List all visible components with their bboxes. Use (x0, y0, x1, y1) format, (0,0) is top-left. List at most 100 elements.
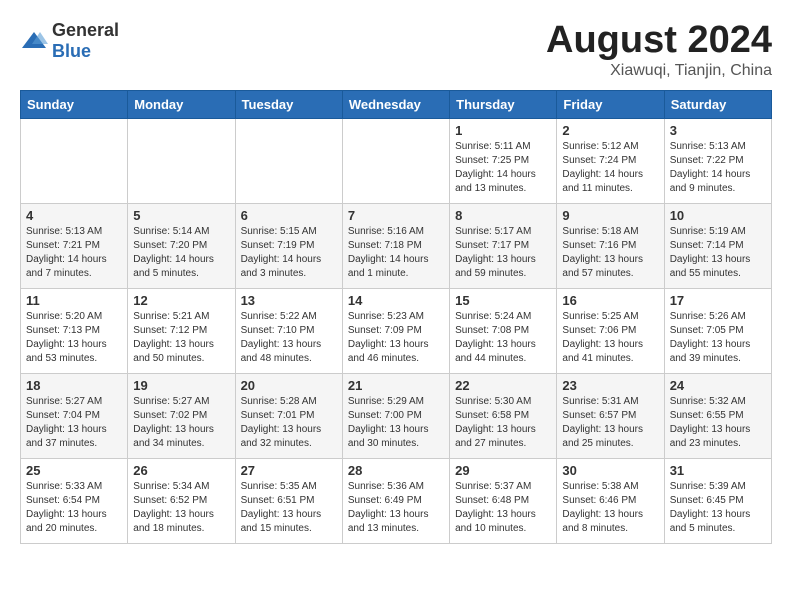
day-number: 30 (562, 463, 658, 478)
day-cell: 23 Sunrise: 5:31 AM Sunset: 6:57 PM Dayli… (557, 373, 664, 458)
day-info: Sunrise: 5:27 AM Sunset: 7:04 PM Dayligh… (26, 395, 122, 451)
logo-icon (20, 30, 48, 52)
day-info: Sunrise: 5:22 AM Sunset: 7:10 PM Dayligh… (241, 310, 337, 366)
day-cell: 25 Sunrise: 5:33 AM Sunset: 6:54 PM Dayli… (21, 458, 128, 543)
day-info: Sunrise: 5:13 AM Sunset: 7:22 PM Dayligh… (670, 140, 766, 196)
day-cell: 20 Sunrise: 5:28 AM Sunset: 7:01 PM Dayli… (235, 373, 342, 458)
day-info: Sunrise: 5:21 AM Sunset: 7:12 PM Dayligh… (133, 310, 229, 366)
logo-general: General (52, 20, 119, 40)
day-info: Sunrise: 5:37 AM Sunset: 6:48 PM Dayligh… (455, 480, 551, 536)
day-info: Sunrise: 5:13 AM Sunset: 7:21 PM Dayligh… (26, 225, 122, 281)
day-number: 25 (26, 463, 122, 478)
day-number: 28 (348, 463, 444, 478)
day-info: Sunrise: 5:31 AM Sunset: 6:57 PM Dayligh… (562, 395, 658, 451)
day-number: 29 (455, 463, 551, 478)
weekday-header-friday: Friday (557, 90, 664, 118)
day-info: Sunrise: 5:23 AM Sunset: 7:09 PM Dayligh… (348, 310, 444, 366)
day-info: Sunrise: 5:24 AM Sunset: 7:08 PM Dayligh… (455, 310, 551, 366)
day-cell: 10 Sunrise: 5:19 AM Sunset: 7:14 PM Dayli… (664, 203, 771, 288)
day-cell: 31Sunrise: 5:39 AM Sunset: 6:45 PM Dayli… (664, 458, 771, 543)
day-number: 10 (670, 208, 766, 223)
weekday-header-saturday: Saturday (664, 90, 771, 118)
weekday-header-sunday: Sunday (21, 90, 128, 118)
weekday-header-tuesday: Tuesday (235, 90, 342, 118)
day-cell: 2Sunrise: 5:12 AM Sunset: 7:24 PM Daylig… (557, 118, 664, 203)
day-number: 13 (241, 293, 337, 308)
day-info: Sunrise: 5:17 AM Sunset: 7:17 PM Dayligh… (455, 225, 551, 281)
day-info: Sunrise: 5:19 AM Sunset: 7:14 PM Dayligh… (670, 225, 766, 281)
day-number: 8 (455, 208, 551, 223)
day-number: 9 (562, 208, 658, 223)
day-cell: 19 Sunrise: 5:27 AM Sunset: 7:02 PM Dayli… (128, 373, 235, 458)
day-cell (342, 118, 449, 203)
day-cell: 4 Sunrise: 5:13 AM Sunset: 7:21 PM Daylig… (21, 203, 128, 288)
day-info: Sunrise: 5:15 AM Sunset: 7:19 PM Dayligh… (241, 225, 337, 281)
day-number: 15 (455, 293, 551, 308)
day-info: Sunrise: 5:38 AM Sunset: 6:46 PM Dayligh… (562, 480, 658, 536)
day-number: 18 (26, 378, 122, 393)
title-area: August 2024 Xiawuqi, Tianjin, China (546, 20, 772, 80)
day-number: 27 (241, 463, 337, 478)
week-row-1: 1Sunrise: 5:11 AM Sunset: 7:25 PM Daylig… (21, 118, 772, 203)
weekday-header-wednesday: Wednesday (342, 90, 449, 118)
day-number: 3 (670, 123, 766, 138)
day-cell: 28 Sunrise: 5:36 AM Sunset: 6:49 PM Dayli… (342, 458, 449, 543)
day-cell: 22Sunrise: 5:30 AM Sunset: 6:58 PM Dayli… (450, 373, 557, 458)
day-number: 4 (26, 208, 122, 223)
day-cell: 9 Sunrise: 5:18 AM Sunset: 7:16 PM Daylig… (557, 203, 664, 288)
day-cell: 6 Sunrise: 5:15 AM Sunset: 7:19 PM Daylig… (235, 203, 342, 288)
main-title: August 2024 (546, 20, 772, 62)
weekday-header-row: SundayMondayTuesdayWednesdayThursdayFrid… (21, 90, 772, 118)
day-info: Sunrise: 5:30 AM Sunset: 6:58 PM Dayligh… (455, 395, 551, 451)
day-number: 23 (562, 378, 658, 393)
day-cell: 24Sunrise: 5:32 AM Sunset: 6:55 PM Dayli… (664, 373, 771, 458)
day-number: 14 (348, 293, 444, 308)
day-number: 11 (26, 293, 122, 308)
day-info: Sunrise: 5:36 AM Sunset: 6:49 PM Dayligh… (348, 480, 444, 536)
day-number: 20 (241, 378, 337, 393)
day-info: Sunrise: 5:25 AM Sunset: 7:06 PM Dayligh… (562, 310, 658, 366)
day-cell: 1Sunrise: 5:11 AM Sunset: 7:25 PM Daylig… (450, 118, 557, 203)
day-info: Sunrise: 5:33 AM Sunset: 6:54 PM Dayligh… (26, 480, 122, 536)
week-row-2: 4 Sunrise: 5:13 AM Sunset: 7:21 PM Daylig… (21, 203, 772, 288)
day-info: Sunrise: 5:39 AM Sunset: 6:45 PM Dayligh… (670, 480, 766, 536)
day-number: 19 (133, 378, 229, 393)
day-cell: 13 Sunrise: 5:22 AM Sunset: 7:10 PM Dayli… (235, 288, 342, 373)
day-cell: 29 Sunrise: 5:37 AM Sunset: 6:48 PM Dayli… (450, 458, 557, 543)
day-cell (21, 118, 128, 203)
day-number: 12 (133, 293, 229, 308)
day-cell: 18 Sunrise: 5:27 AM Sunset: 7:04 PM Dayli… (21, 373, 128, 458)
subtitle: Xiawuqi, Tianjin, China (546, 62, 772, 80)
day-info: Sunrise: 5:29 AM Sunset: 7:00 PM Dayligh… (348, 395, 444, 451)
day-info: Sunrise: 5:16 AM Sunset: 7:18 PM Dayligh… (348, 225, 444, 281)
day-cell: 3 Sunrise: 5:13 AM Sunset: 7:22 PM Daylig… (664, 118, 771, 203)
week-row-4: 18 Sunrise: 5:27 AM Sunset: 7:04 PM Dayli… (21, 373, 772, 458)
day-info: Sunrise: 5:28 AM Sunset: 7:01 PM Dayligh… (241, 395, 337, 451)
week-row-3: 11 Sunrise: 5:20 AM Sunset: 7:13 PM Dayli… (21, 288, 772, 373)
day-number: 16 (562, 293, 658, 308)
day-cell: 26Sunrise: 5:34 AM Sunset: 6:52 PM Dayli… (128, 458, 235, 543)
day-number: 24 (670, 378, 766, 393)
day-cell: 11 Sunrise: 5:20 AM Sunset: 7:13 PM Dayli… (21, 288, 128, 373)
weekday-header-thursday: Thursday (450, 90, 557, 118)
day-cell: 27Sunrise: 5:35 AM Sunset: 6:51 PM Dayli… (235, 458, 342, 543)
day-info: Sunrise: 5:14 AM Sunset: 7:20 PM Dayligh… (133, 225, 229, 281)
day-cell: 30 Sunrise: 5:38 AM Sunset: 6:46 PM Dayli… (557, 458, 664, 543)
logo-blue: Blue (52, 41, 91, 61)
day-number: 5 (133, 208, 229, 223)
day-cell: 8 Sunrise: 5:17 AM Sunset: 7:17 PM Daylig… (450, 203, 557, 288)
day-info: Sunrise: 5:20 AM Sunset: 7:13 PM Dayligh… (26, 310, 122, 366)
calendar: SundayMondayTuesdayWednesdayThursdayFrid… (20, 90, 772, 544)
day-info: Sunrise: 5:27 AM Sunset: 7:02 PM Dayligh… (133, 395, 229, 451)
day-cell: 12 Sunrise: 5:21 AM Sunset: 7:12 PM Dayli… (128, 288, 235, 373)
day-info: Sunrise: 5:34 AM Sunset: 6:52 PM Dayligh… (133, 480, 229, 536)
week-row-5: 25 Sunrise: 5:33 AM Sunset: 6:54 PM Dayli… (21, 458, 772, 543)
day-number: 21 (348, 378, 444, 393)
day-cell: 16 Sunrise: 5:25 AM Sunset: 7:06 PM Dayli… (557, 288, 664, 373)
day-number: 1 (455, 123, 551, 138)
day-cell: 14 Sunrise: 5:23 AM Sunset: 7:09 PM Dayli… (342, 288, 449, 373)
weekday-header-monday: Monday (128, 90, 235, 118)
day-number: 6 (241, 208, 337, 223)
day-cell (128, 118, 235, 203)
day-info: Sunrise: 5:18 AM Sunset: 7:16 PM Dayligh… (562, 225, 658, 281)
